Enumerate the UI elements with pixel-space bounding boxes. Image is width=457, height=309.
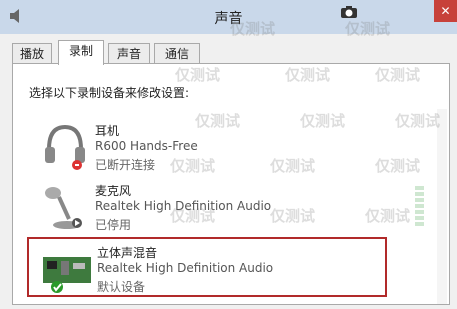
device-item-microphone[interactable]: 麦克风 Realtek High Definition Audio 已停用 [27,177,387,237]
tab-communications[interactable]: 通信 [154,43,200,64]
device-list: 耳机 R600 Hands-Free 已断开连接 麦克风 Realtek Hig… [27,109,387,309]
tab-sounds[interactable]: 声音 [108,43,150,64]
device-description: Realtek High Definition Audio [95,199,272,213]
recording-panel: 选择以下录制设备来修改设置: 耳机 R600 Hands-Free 已断开连接 [12,63,450,305]
device-name: 麦克风 [95,184,132,198]
window-title: 声音 [214,11,243,27]
list-scrollbar[interactable] [437,109,447,304]
microphone-icon [45,187,82,229]
level-meter [415,186,424,230]
device-description: Realtek High Definition Audio [97,261,274,275]
tab-playback[interactable]: 播放 [12,43,52,64]
title-bar: 声音 ✕ [0,0,457,34]
close-button[interactable]: ✕ [434,0,457,22]
device-name: 耳机 [95,124,120,138]
device-status: 已停用 [95,218,132,232]
sound-card-icon [43,257,91,293]
device-name: 立体声混音 [97,246,158,260]
camera-icon [341,6,357,18]
device-item-stereo-mix[interactable]: 立体声混音 Realtek High Definition Audio 默认设备 [27,237,387,297]
instruction-text: 选择以下录制设备来修改设置: [29,86,190,100]
device-status: 已断开连接 [95,158,156,172]
device-description: R600 Hands-Free [95,139,198,153]
tab-recording[interactable]: 录制 [58,40,104,65]
headset-icon [45,124,85,170]
device-item-headset[interactable]: 耳机 R600 Hands-Free 已断开连接 [27,117,387,177]
device-status: 默认设备 [97,280,146,294]
